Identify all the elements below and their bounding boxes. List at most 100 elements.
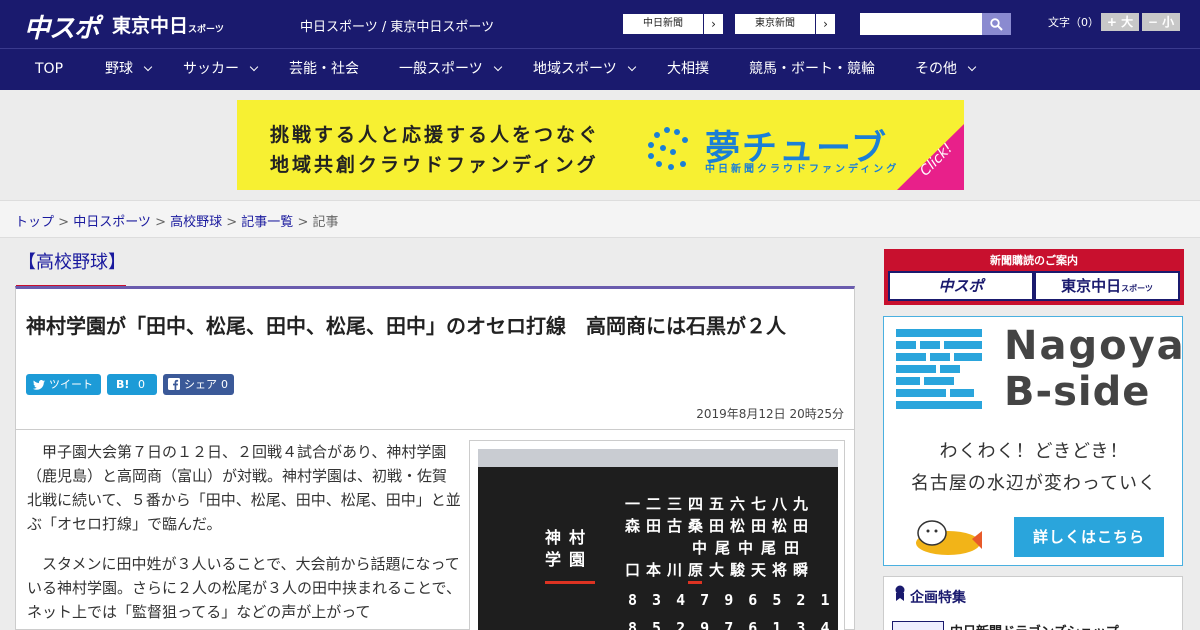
chunichi-shimbun-link[interactable]: 中日新聞 ›: [622, 13, 724, 35]
article-photo[interactable]: 一二三四五六七八九 神村学園 森田古桑田松田松田 中尾中尾田 口本川原大駿天将瞬…: [469, 440, 845, 630]
nav-item-top[interactable]: TOP: [35, 49, 63, 90]
chevron-right-icon: ›: [703, 14, 723, 34]
banner-subtitle: 中日新聞クラウドファンディング: [705, 164, 900, 175]
scoreboard-row1: 森田古桑田松田松田: [625, 517, 815, 535]
nagoya-details-button[interactable]: 詳しくはこちら: [1014, 517, 1164, 557]
tokyo-chunichi-logo[interactable]: 東京中日スポーツ: [112, 11, 224, 38]
nagoya-title-2: B-side: [1004, 369, 1151, 415]
nav-item-other[interactable]: その他: [915, 49, 977, 90]
dream-tube-dots-icon: [648, 127, 688, 170]
nav-label: サッカー: [183, 61, 239, 77]
paper-link-label: 中日新聞: [643, 18, 683, 29]
scoreboard-red-bar: [688, 581, 702, 584]
subscribe-tokyo-label: 東京中日: [1061, 277, 1122, 295]
search-input[interactable]: [860, 13, 982, 35]
subscribe-tokyo-small: スポーツ: [1121, 284, 1153, 293]
nagoya-copy-2: 名古屋の水辺が変わっていく: [910, 473, 1158, 494]
tweet-button[interactable]: ツイート: [26, 374, 101, 395]
paper-link-label: 東京新聞: [755, 18, 795, 29]
category-label: 【高校野球】: [16, 250, 126, 288]
nav-label: 一般スポーツ: [399, 61, 483, 77]
scoreboard-numbers: 8 3 4 7 9 6 5 2 1: [628, 591, 833, 609]
breadcrumb-article-list[interactable]: 記事一覧: [241, 215, 293, 230]
scoreboard-red-bar: [545, 581, 595, 584]
nagoya-bside-ad[interactable]: Nagoya B-side わくわく！どきどき！ 名古屋の水辺が変わっていく 詳…: [883, 316, 1186, 566]
font-size-label: 文字（0）: [1048, 16, 1099, 29]
breadcrumb-chuspo[interactable]: 中日スポーツ: [73, 215, 151, 230]
facebook-icon: [168, 378, 180, 390]
banner-line1: 挑戦する人と応援する人をつなぐ: [270, 124, 601, 146]
article-paragraph: 甲子園大会第７日の１２日、２回戦４試合があり、神村学園（鹿児島）と高岡商（富山）…: [27, 443, 461, 533]
scoreboard-numbers: 8 5 2 9 7 6 1 3 4: [628, 619, 833, 630]
share-count: 0: [221, 378, 228, 391]
nav-label: 野球: [105, 61, 133, 77]
article-body: 甲子園大会第７日の１２日、２回戦４試合があり、神村学園（鹿児島）と高岡商（富山）…: [15, 430, 855, 630]
nav-item-soccer[interactable]: サッカー: [183, 49, 259, 90]
facebook-share-button[interactable]: シェア 0: [163, 374, 234, 395]
nav-label: 競馬・ボート・競輪: [749, 61, 875, 77]
chevron-down-icon: [249, 62, 259, 72]
feature-box: 企画特集 中日新聞ドラゴンズショップ: [883, 576, 1183, 630]
article-paragraph: スタメンに田中姓が３人いることで、大会前から話題になっている神村学園。さらに２人…: [27, 555, 461, 621]
nav-item-general-sports[interactable]: 一般スポーツ: [399, 49, 502, 90]
nav-label: その他: [915, 61, 957, 77]
article-header: 神村学園が「田中、松尾、田中、松尾、田中」のオセロ打線 高岡商には石黒が２人 ツ…: [15, 286, 855, 430]
site-title: 中日スポーツ / 東京中日スポーツ: [300, 20, 495, 35]
breadcrumb-top[interactable]: トップ: [15, 215, 54, 230]
scoreboard-team: 神村学園: [545, 528, 594, 569]
hatena-icon: B!: [116, 378, 130, 391]
search-button[interactable]: [982, 13, 1011, 35]
article-title: 神村学園が「田中、松尾、田中、松尾、田中」のオセロ打線 高岡商には石黒が２人: [26, 314, 786, 338]
font-bigger-button[interactable]: + 大: [1101, 13, 1139, 31]
chuspo-logo[interactable]: 中スポ: [24, 8, 100, 45]
tokyo-logo-small: スポーツ: [188, 25, 224, 35]
banner-line2: 地域共創クラウドファンディング: [270, 154, 599, 176]
site-header: 中スポ 東京中日スポーツ 中日スポーツ / 東京中日スポーツ 中日新聞 › 東京…: [0, 0, 1200, 48]
subscribe-tokyo-button[interactable]: 東京中日スポーツ: [1034, 271, 1180, 301]
chevron-down-icon: [627, 62, 636, 72]
search-icon: [990, 18, 1003, 31]
feature-item-link[interactable]: 中日新聞ドラゴンズショップ: [950, 621, 1119, 630]
tokyo-logo-text: 東京中日: [112, 15, 189, 37]
subscribe-chuspo-button[interactable]: 中スポ: [888, 271, 1034, 301]
nav-item-sumo[interactable]: 大相撲: [667, 49, 709, 90]
nav-label: 大相撲: [667, 61, 709, 77]
twitter-icon: [33, 380, 45, 390]
main-nav: TOP 野球 サッカー 芸能・社会 一般スポーツ 地域スポーツ 大相撲 競馬・ボ…: [0, 48, 1200, 90]
font-smaller-button[interactable]: − 小: [1142, 13, 1180, 31]
sky-strip: [478, 449, 838, 467]
nav-label: 芸能・社会: [289, 61, 359, 77]
scoreboard-row3: 口本川原大駿天将瞬: [625, 561, 815, 579]
nagoya-copy-1: わくわく！どきどき！: [939, 441, 1129, 462]
crowdfunding-banner[interactable]: 挑戦する人と応援する人をつなぐ 地域共創クラウドファンディング 夢チューブ 中日…: [237, 100, 964, 190]
nav-item-racing[interactable]: 競馬・ボート・競輪: [749, 49, 875, 90]
publish-date: 2019年8月12日 20時25分: [696, 407, 844, 421]
tweet-label: ツイート: [49, 378, 93, 391]
feature-header: 企画特集: [910, 590, 966, 606]
breadcrumb-current: 記事: [312, 215, 339, 230]
nav-item-local-sports[interactable]: 地域スポーツ: [533, 49, 636, 90]
hatena-count: 0: [138, 378, 145, 391]
ribbon-icon: [895, 585, 905, 601]
nav-item-entertainment[interactable]: 芸能・社会: [289, 49, 359, 90]
chevron-down-icon: [493, 62, 502, 72]
chevron-down-icon: [967, 62, 977, 72]
subscribe-header: 新聞購読のご案内: [990, 254, 1078, 267]
chevron-down-icon: [143, 62, 153, 72]
scoreboard-row2: 中尾中尾田: [692, 539, 808, 557]
nav-label: 地域スポーツ: [533, 61, 617, 77]
subscribe-box: 新聞購読のご案内 中スポ 東京中日スポーツ: [884, 249, 1184, 305]
dragons-shop-thumbnail[interactable]: [892, 621, 944, 630]
tokyo-shimbun-link[interactable]: 東京新聞 ›: [734, 13, 836, 35]
fried-shrimp-mascot-icon: [916, 520, 982, 555]
breadcrumb: トップ > 中日スポーツ > 高校野球 > 記事一覧 > 記事: [15, 215, 339, 230]
nav-label: TOP: [35, 61, 64, 77]
hatena-bookmark-button[interactable]: B! 0: [107, 374, 157, 395]
nagoya-title-1: Nagoya: [1004, 323, 1186, 369]
scoreboard-innings: 一二三四五六七八九: [625, 495, 815, 513]
share-label: シェア: [184, 378, 217, 391]
brick-wall-icon: [896, 329, 982, 409]
chevron-right-icon: ›: [815, 14, 835, 34]
nav-item-baseball[interactable]: 野球: [105, 49, 153, 90]
breadcrumb-hs-baseball[interactable]: 高校野球: [170, 215, 222, 230]
